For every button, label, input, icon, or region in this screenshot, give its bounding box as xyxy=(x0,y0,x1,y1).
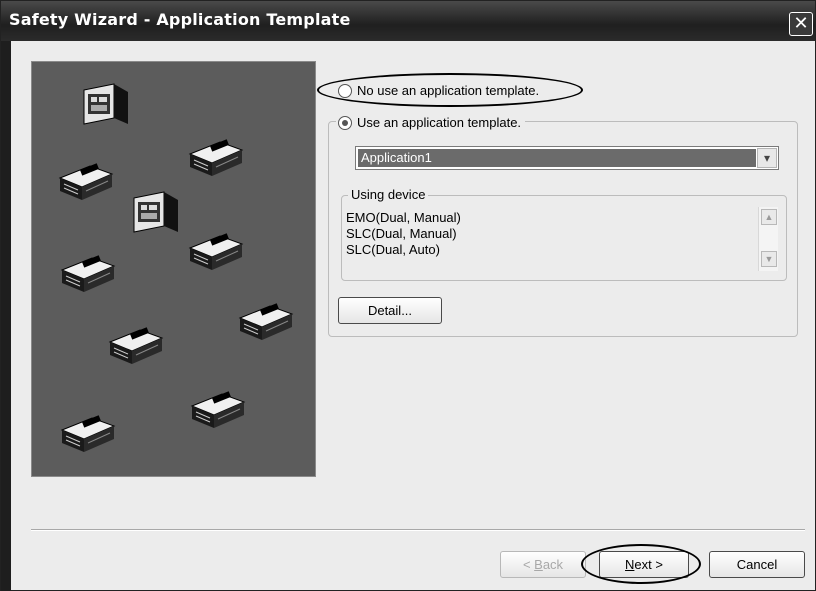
wizard-illustration xyxy=(31,61,316,477)
back-prefix: < xyxy=(522,557,535,572)
annotation-ellipse xyxy=(581,544,701,584)
list-item: SLC(Dual, Auto) xyxy=(346,242,440,257)
title-bar[interactable]: Safety Wizard - Application Template ✕ xyxy=(1,1,815,41)
scroll-down-icon[interactable]: ▼ xyxy=(761,251,777,267)
window-title: Safety Wizard - Application Template xyxy=(9,10,351,29)
list-item: EMO(Dual, Manual) xyxy=(346,210,461,225)
template-select[interactable]: Application1 ▾ xyxy=(355,146,779,170)
devices-illustration xyxy=(59,83,293,453)
use-template-radio[interactable] xyxy=(338,115,352,130)
close-icon[interactable]: ✕ xyxy=(789,12,813,36)
footer-separator xyxy=(31,529,805,531)
window-left-edge xyxy=(1,41,11,591)
annotation-ellipse xyxy=(317,73,583,107)
use-template-label: Use an application template. xyxy=(357,115,522,130)
device-list: EMO(Dual, Manual) SLC(Dual, Manual) SLC(… xyxy=(346,210,461,258)
back-button[interactable]: < Back xyxy=(500,551,586,578)
wizard-window: Safety Wizard - Application Template ✕ N… xyxy=(0,0,816,591)
detail-button[interactable]: Detail... xyxy=(338,297,442,324)
cancel-button[interactable]: Cancel xyxy=(709,551,805,578)
back-hotkey: B xyxy=(534,557,543,572)
device-list-scrollbar[interactable]: ▲ ▼ xyxy=(758,207,778,271)
scroll-up-icon[interactable]: ▲ xyxy=(761,209,777,225)
use-template-option[interactable]: Use an application template. xyxy=(336,115,526,130)
template-select-value: Application1 xyxy=(358,149,756,167)
back-label-rest: ack xyxy=(542,557,564,572)
chevron-down-icon[interactable]: ▾ xyxy=(757,148,777,168)
using-device-legend: Using device xyxy=(348,187,429,202)
list-item: SLC(Dual, Manual) xyxy=(346,226,457,241)
